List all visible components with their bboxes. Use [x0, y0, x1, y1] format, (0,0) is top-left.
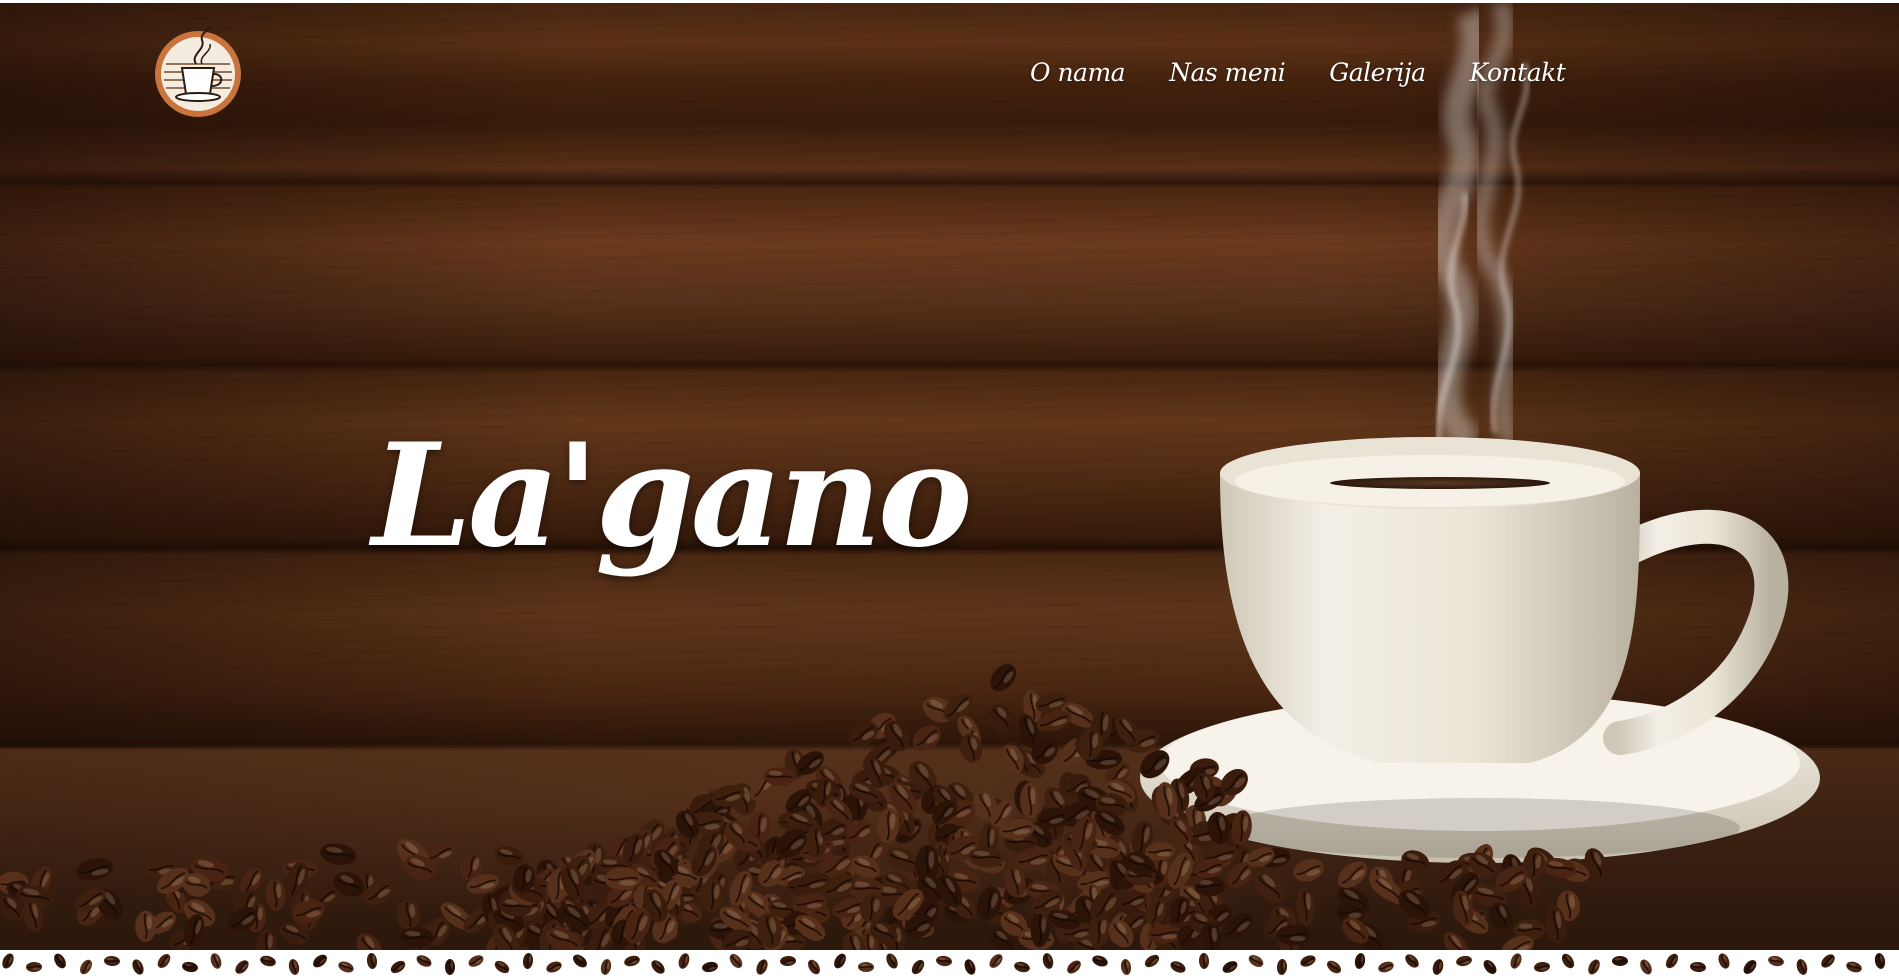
nav-link-galerija[interactable]: Galerija	[1329, 58, 1426, 87]
hero-brand-title: La'gano	[372, 413, 973, 579]
nav-link-kontakt[interactable]: Kontakt	[1470, 58, 1566, 87]
main-navigation: O nama Nas meni Galerija Kontakt	[1030, 58, 1609, 87]
nav-link-nas-meni[interactable]: Nas meni	[1169, 58, 1286, 87]
coffee-beans-pile	[0, 664, 1608, 950]
landing-page: O nama Nas meni Galerija Kontakt La'gano	[0, 0, 1899, 978]
coffee-cup-logo-icon[interactable]	[152, 24, 244, 118]
nav-link-o-nama[interactable]: O nama	[1030, 58, 1126, 87]
coffee-bean-border	[0, 950, 1899, 978]
